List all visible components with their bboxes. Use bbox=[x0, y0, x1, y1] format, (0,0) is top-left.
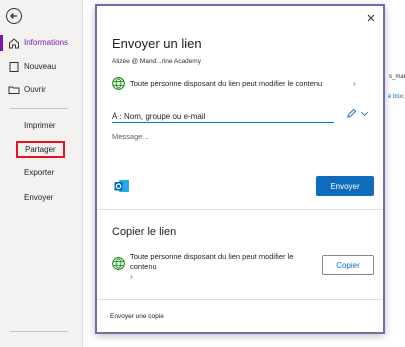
dialog-title: Envoyer un lien bbox=[112, 36, 202, 51]
outlook-icon bbox=[114, 180, 129, 192]
copy-link-title: Copier le lien bbox=[112, 226, 177, 238]
globe-icon bbox=[112, 77, 125, 90]
recipient-field-container bbox=[112, 106, 334, 123]
backstage-sidebar: Informations Nouveau Ouvrir Imprimer Par… bbox=[0, 0, 83, 347]
sidebar-item-partager[interactable]: Partager bbox=[16, 141, 65, 158]
link-settings-button[interactable]: Toute personne disposant du lien peut mo… bbox=[112, 76, 372, 92]
share-dialog: Envoyer un lien Alizée @ Mand...rine Aca… bbox=[95, 4, 385, 334]
chevron-down-icon[interactable] bbox=[360, 109, 369, 118]
sidebar-divider bbox=[10, 331, 68, 332]
background-link[interactable]: e bloc bbox=[388, 94, 404, 100]
sidebar-item-label: Informations bbox=[24, 38, 69, 47]
sidebar-item-envoyer[interactable]: Envoyer bbox=[24, 193, 53, 202]
sidebar-item-label: Nouveau bbox=[24, 62, 57, 71]
sidebar-item-nouveau[interactable]: Nouveau bbox=[0, 57, 82, 77]
sidebar-item-imprimer[interactable]: Imprimer bbox=[24, 121, 56, 130]
section-divider bbox=[97, 299, 383, 300]
background-text: s_mar bbox=[389, 74, 405, 80]
send-copy-link[interactable]: Envoyer une copie bbox=[110, 313, 164, 320]
chevron-right-icon: › bbox=[353, 79, 356, 88]
sidebar-divider bbox=[10, 108, 68, 109]
link-permission-text: Toute personne disposant du lien peut mo… bbox=[130, 79, 323, 88]
send-button[interactable]: Envoyer bbox=[316, 176, 374, 196]
copy-link-settings-button[interactable]: Toute personne disposant du lien peut mo… bbox=[112, 252, 302, 284]
message-input[interactable] bbox=[112, 132, 367, 172]
sidebar-item-ouvrir[interactable]: Ouvrir bbox=[0, 80, 82, 100]
sidebar-item-informations[interactable]: Informations bbox=[0, 33, 82, 53]
account-label: Alizée @ Mand...rine Academy bbox=[112, 58, 201, 65]
copy-button[interactable]: Copier bbox=[322, 255, 374, 275]
section-divider bbox=[97, 209, 383, 210]
pencil-icon[interactable] bbox=[346, 108, 357, 119]
close-icon[interactable] bbox=[365, 12, 377, 24]
recipient-input[interactable] bbox=[112, 111, 334, 122]
sidebar-item-exporter[interactable]: Exporter bbox=[24, 168, 54, 177]
new-page-icon bbox=[9, 62, 19, 72]
chevron-right-icon: › bbox=[130, 272, 133, 281]
globe-icon bbox=[112, 257, 125, 270]
home-icon bbox=[9, 38, 19, 49]
back-arrow-icon[interactable] bbox=[6, 8, 22, 24]
folder-icon bbox=[8, 86, 20, 94]
sidebar-item-label: Ouvrir bbox=[24, 85, 46, 94]
copy-link-permission-text: Toute personne disposant du lien peut mo… bbox=[130, 252, 294, 271]
